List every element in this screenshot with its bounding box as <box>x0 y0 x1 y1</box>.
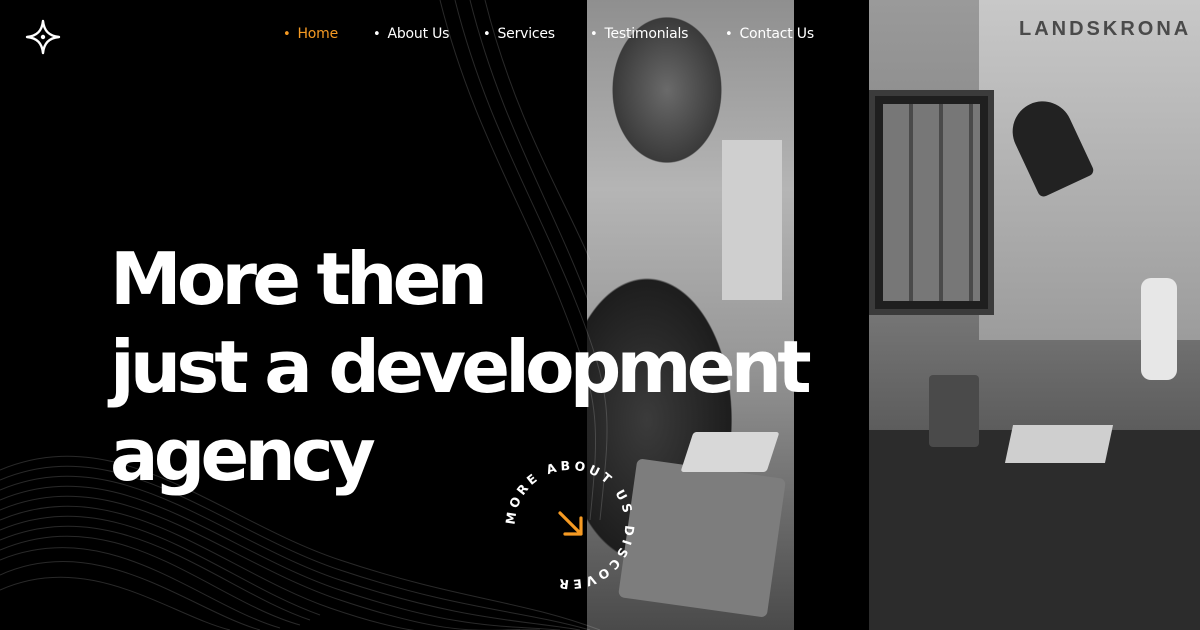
hero-line-1: More then <box>110 237 488 321</box>
photo-poster-text: LANDSKRONA <box>1019 18 1192 40</box>
nav-services[interactable]: • Services <box>483 22 590 46</box>
photo-mug <box>929 375 979 447</box>
photo-monitor <box>869 90 994 315</box>
nav-about-us-label: About Us <box>387 26 450 42</box>
nav-home-label: Home <box>297 26 339 42</box>
nav-testimonials[interactable]: • Testimonials <box>590 22 725 46</box>
nav-testimonials-label: Testimonials <box>604 26 689 42</box>
sparkle-star-icon[interactable] <box>24 18 62 56</box>
hero-line-3: agency <box>110 413 376 497</box>
discover-more-badge[interactable]: MORE ABOUT US DISCOVER <box>500 455 640 595</box>
nav-bullet: • <box>373 26 381 42</box>
nav-contact-us-label: Contact Us <box>739 26 814 42</box>
nav-about-us[interactable]: • About Us <box>373 22 483 46</box>
nav-bullet: • <box>590 26 598 42</box>
nav-bullet: • <box>483 26 491 42</box>
hero-photo-office: LANDSKRONA <box>869 0 1200 630</box>
hero-headline: More then just a development agency <box>110 235 812 499</box>
nav-bullet: • <box>283 26 291 42</box>
photo-bottle <box>1141 278 1177 380</box>
nav-bullet: • <box>725 26 733 42</box>
photo-keyboard-right <box>1004 425 1114 463</box>
nav-services-label: Services <box>497 26 555 42</box>
nav-contact-us[interactable]: • Contact Us <box>725 22 825 46</box>
main-nav: • Home • About Us • Services • Testimonials … <box>283 22 825 46</box>
nav-home[interactable]: • Home <box>283 22 373 46</box>
hero-line-2: just a development <box>110 325 812 409</box>
arrow-down-right-icon <box>558 511 583 536</box>
